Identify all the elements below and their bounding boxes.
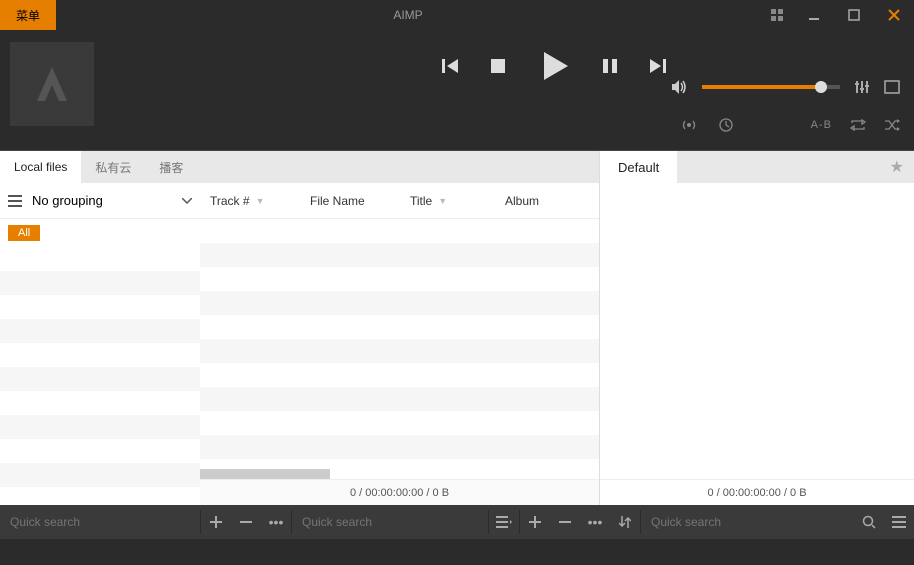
layout-grid-icon[interactable] bbox=[760, 9, 794, 21]
menu-button[interactable]: 菜单 bbox=[0, 0, 56, 30]
volume-thumb[interactable] bbox=[815, 81, 827, 93]
hamburger-icon[interactable] bbox=[8, 195, 22, 207]
play-button[interactable] bbox=[536, 48, 572, 84]
previous-track-button[interactable] bbox=[440, 56, 460, 76]
tab-podcasts[interactable]: 播客 bbox=[145, 151, 197, 183]
equalizer-icon[interactable] bbox=[854, 79, 870, 95]
tab-local-files[interactable]: Local files bbox=[0, 151, 81, 183]
playlist-body bbox=[600, 183, 914, 479]
radio-icon[interactable] bbox=[681, 118, 697, 132]
remove-button[interactable] bbox=[231, 505, 261, 539]
app-logo bbox=[10, 42, 94, 126]
chevron-down-icon[interactable] bbox=[182, 198, 192, 204]
track-table-header: Track #▼ File Name Title▼ Album bbox=[200, 183, 599, 219]
menu-icon[interactable] bbox=[884, 505, 914, 539]
more-button[interactable]: ••• bbox=[261, 505, 291, 539]
column-track-number[interactable]: Track #▼ bbox=[200, 194, 300, 208]
list-menu-icon[interactable] bbox=[489, 505, 519, 539]
sort-icon[interactable] bbox=[610, 505, 640, 539]
grouping-dropdown[interactable]: No grouping bbox=[32, 193, 172, 208]
volume-icon[interactable] bbox=[670, 78, 688, 96]
filter-icon[interactable]: ▼ bbox=[438, 196, 447, 206]
stop-button[interactable] bbox=[488, 56, 508, 76]
next-track-button[interactable] bbox=[648, 56, 668, 76]
search-input-right[interactable] bbox=[641, 505, 854, 539]
column-file-name[interactable]: File Name bbox=[300, 194, 400, 208]
timer-icon[interactable] bbox=[719, 118, 733, 132]
group-list bbox=[0, 247, 200, 505]
volume-slider[interactable] bbox=[702, 85, 840, 89]
right-status-bar: 0 / 00:00:00:00 / 0 B bbox=[600, 479, 914, 505]
column-title[interactable]: Title▼ bbox=[400, 194, 495, 208]
playlist-more-button[interactable]: ••• bbox=[580, 505, 610, 539]
repeat-icon[interactable] bbox=[850, 118, 866, 132]
filter-icon[interactable]: ▼ bbox=[256, 196, 265, 206]
column-album[interactable]: Album bbox=[495, 194, 599, 208]
visualizer-icon[interactable] bbox=[884, 80, 900, 94]
favorite-star-icon[interactable]: ★ bbox=[880, 157, 914, 177]
playlist-tab-default[interactable]: Default bbox=[600, 151, 677, 183]
horizontal-scrollbar[interactable] bbox=[200, 469, 330, 479]
pause-button[interactable] bbox=[600, 56, 620, 76]
close-button[interactable] bbox=[874, 0, 914, 30]
search-input-left[interactable] bbox=[0, 505, 200, 539]
add-button[interactable] bbox=[201, 505, 231, 539]
track-list bbox=[200, 219, 599, 479]
maximize-button[interactable] bbox=[834, 0, 874, 30]
playlist-add-button[interactable] bbox=[520, 505, 550, 539]
shuffle-icon[interactable] bbox=[884, 118, 900, 132]
search-input-center[interactable] bbox=[292, 505, 488, 539]
search-icon[interactable] bbox=[854, 505, 884, 539]
app-title: AIMP bbox=[56, 8, 760, 22]
playlist-remove-button[interactable] bbox=[550, 505, 580, 539]
ab-repeat-button[interactable]: A-B bbox=[811, 119, 832, 131]
left-status-bar: 0 / 00:00:00:00 / 0 B bbox=[200, 479, 599, 505]
volume-fill bbox=[702, 85, 819, 89]
minimize-button[interactable] bbox=[794, 0, 834, 30]
filter-all-badge[interactable]: All bbox=[8, 225, 40, 241]
tab-private-cloud[interactable]: 私有云 bbox=[81, 151, 145, 183]
